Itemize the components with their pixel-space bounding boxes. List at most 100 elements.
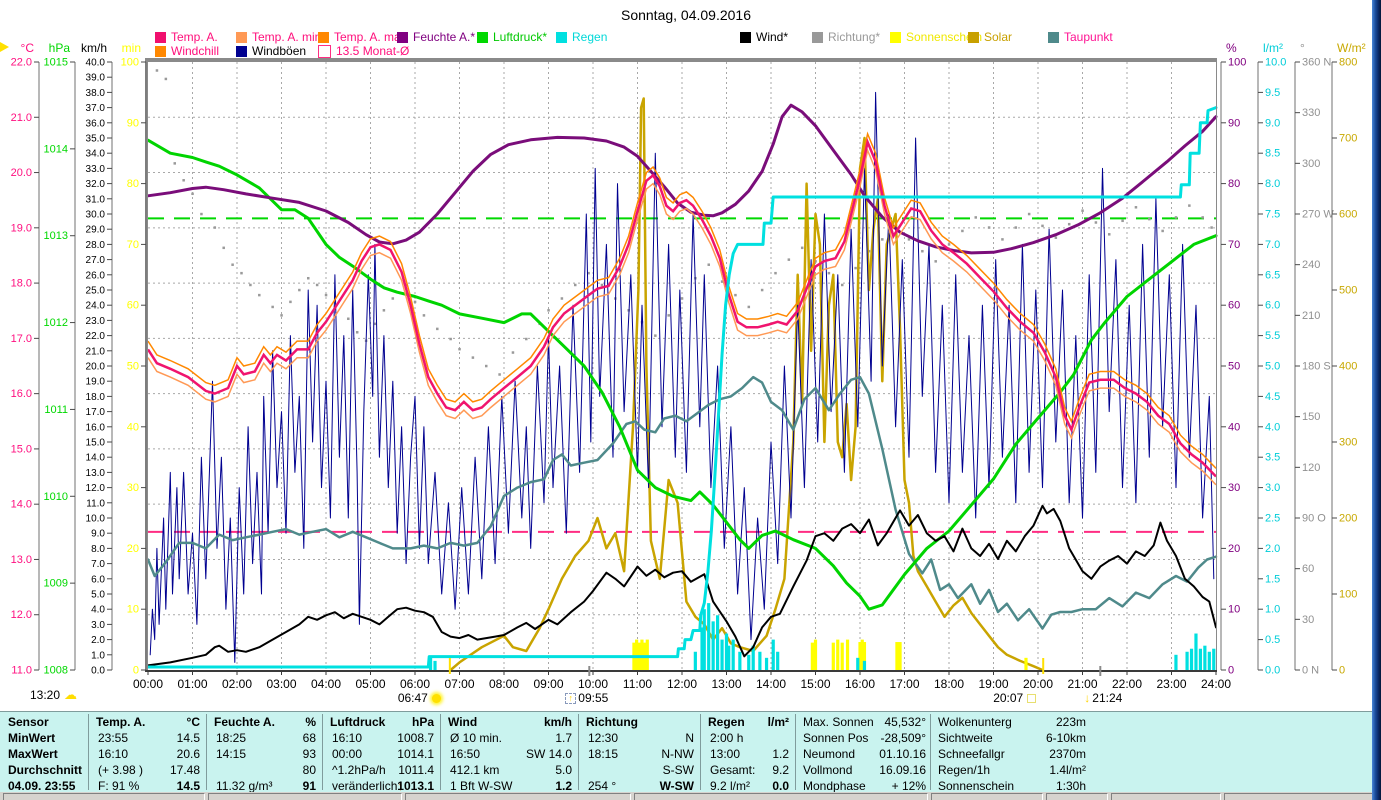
stat-label: ^1.2hPa/h <box>332 763 386 777</box>
stat-value: 0.0 <box>772 779 789 793</box>
svg-text:50: 50 <box>127 361 139 373</box>
stat-value: 1.2 <box>772 747 789 761</box>
info-value: 223m <box>1055 715 1086 729</box>
status-segment <box>208 793 402 800</box>
svg-text:32.0: 32.0 <box>86 179 106 190</box>
stat-label: 412.1 km <box>450 763 500 777</box>
desktop-edge <box>1372 0 1381 800</box>
info-value: 45,532° <box>884 715 926 729</box>
svg-text:22.0: 22.0 <box>86 331 106 342</box>
svg-text:300: 300 <box>1339 437 1357 449</box>
svg-text:31.0: 31.0 <box>86 194 106 205</box>
info-label: Regen/1h <box>938 763 991 777</box>
svg-text:5.0: 5.0 <box>91 590 105 601</box>
column-header: Feuchte A. <box>214 715 275 729</box>
svg-text:36.0: 36.0 <box>86 118 106 129</box>
status-segment <box>3 793 205 800</box>
svg-text:0: 0 <box>133 665 139 677</box>
stat-label: 254 ° <box>588 779 617 793</box>
axis-: 1009080706050403020100% <box>1220 41 1246 677</box>
svg-text:800: 800 <box>1339 57 1357 69</box>
svg-text:90: 90 <box>127 117 139 129</box>
svg-text:270 W: 270 W <box>1302 209 1334 221</box>
stat-value: 1.2 <box>555 779 572 793</box>
svg-text:23.0: 23.0 <box>86 316 106 327</box>
stat-value: N <box>685 731 694 745</box>
column-header: Richtung <box>586 715 638 729</box>
svg-text:20.0: 20.0 <box>86 362 106 373</box>
svg-text:00:00: 00:00 <box>133 677 163 691</box>
moonset-annotation: ↓ 21:24 <box>1084 691 1123 705</box>
svg-text:5.5: 5.5 <box>1265 330 1280 342</box>
svg-text:22.0: 22.0 <box>11 57 32 69</box>
stat-value: 68 <box>302 731 316 745</box>
row-label: 04.09. 23:55 <box>8 779 76 793</box>
cloud-icon: ☁ <box>64 687 78 702</box>
weather-chart-window: Sonntag, 04.09.2016 Temp. A. Temp. A. min… <box>0 0 1381 800</box>
svg-text:hPa: hPa <box>49 41 71 55</box>
svg-text:27.0: 27.0 <box>86 255 106 266</box>
svg-text:02:00: 02:00 <box>222 677 252 691</box>
svg-text:700: 700 <box>1339 133 1357 145</box>
svg-text:9.0: 9.0 <box>91 529 105 540</box>
svg-text:400: 400 <box>1339 361 1357 373</box>
moon-down-icon: ↓ <box>1084 691 1091 705</box>
stat-label: 11.32 g/m³ <box>216 779 273 793</box>
sunset-annotation: 20:07 <box>993 691 1037 705</box>
svg-text:1009: 1009 <box>44 578 68 590</box>
stat-value: 1.7 <box>555 731 572 745</box>
svg-text:19.0: 19.0 <box>86 377 106 388</box>
svg-text:13.0: 13.0 <box>86 468 106 479</box>
column-separator <box>578 714 579 790</box>
svg-text:W/m²: W/m² <box>1337 41 1366 55</box>
svg-text:10: 10 <box>127 604 139 616</box>
stat-label: 16:50 <box>450 747 481 761</box>
stat-value: 93 <box>302 747 316 761</box>
stat-value: 91 <box>302 779 316 793</box>
column-separator <box>206 714 207 790</box>
svg-text:14.0: 14.0 <box>86 453 106 464</box>
svg-text:3.5: 3.5 <box>1265 452 1280 464</box>
column-unit: % <box>305 715 316 729</box>
axis-kmh: 40.0 39.0 38.0 37.0 36.0 35.0 34.0 33.0 32.0 31.0… <box>81 41 113 677</box>
svg-text:11.0: 11.0 <box>11 665 32 677</box>
svg-text:13:00: 13:00 <box>711 677 741 691</box>
svg-text:4.0: 4.0 <box>91 605 105 616</box>
row-label: MaxWert <box>8 747 58 761</box>
svg-text:600: 600 <box>1339 209 1357 221</box>
svg-text:°C: °C <box>21 41 35 55</box>
svg-text:17:00: 17:00 <box>889 677 919 691</box>
svg-text:20:00: 20:00 <box>1023 677 1053 691</box>
svg-text:90: 90 <box>1228 117 1240 129</box>
svg-text:1012: 1012 <box>44 317 68 329</box>
svg-text:330: 330 <box>1302 107 1320 119</box>
status-segment <box>634 793 928 800</box>
svg-text:200: 200 <box>1339 513 1357 525</box>
svg-text:9.0: 9.0 <box>1265 117 1280 129</box>
svg-text:4.5: 4.5 <box>1265 391 1280 403</box>
svg-text:min: min <box>122 41 141 55</box>
svg-text:19:00: 19:00 <box>978 677 1008 691</box>
svg-text:14:00: 14:00 <box>756 677 786 691</box>
svg-text:4.0: 4.0 <box>1265 421 1280 433</box>
svg-text:0: 0 <box>1228 665 1234 677</box>
svg-text:70: 70 <box>1228 239 1240 251</box>
svg-text:8.0: 8.0 <box>1265 178 1280 190</box>
svg-text:1015: 1015 <box>44 57 68 69</box>
svg-text:38.0: 38.0 <box>86 88 106 99</box>
row-label: Sensor <box>8 715 49 729</box>
svg-text:8.0: 8.0 <box>91 544 105 555</box>
stat-label: 9.2 l/m² <box>710 779 751 793</box>
row-label: MinWert <box>8 731 56 745</box>
column-header: Temp. A. <box>96 715 146 729</box>
svg-text:18:00: 18:00 <box>934 677 964 691</box>
svg-text:3.0: 3.0 <box>1265 482 1280 494</box>
column-unit: l/m² <box>767 715 789 729</box>
info-label: Vollmond <box>803 763 853 777</box>
svg-text:1011: 1011 <box>44 404 68 416</box>
summary-table: Sensor MinWert MaxWert Durchschnitt 04.09. 2… <box>0 711 1372 793</box>
info-value: 16.09.16 <box>879 763 926 777</box>
svg-text:21.0: 21.0 <box>86 346 106 357</box>
svg-text:0: 0 <box>1339 665 1345 677</box>
svg-text:16.0: 16.0 <box>11 388 32 400</box>
